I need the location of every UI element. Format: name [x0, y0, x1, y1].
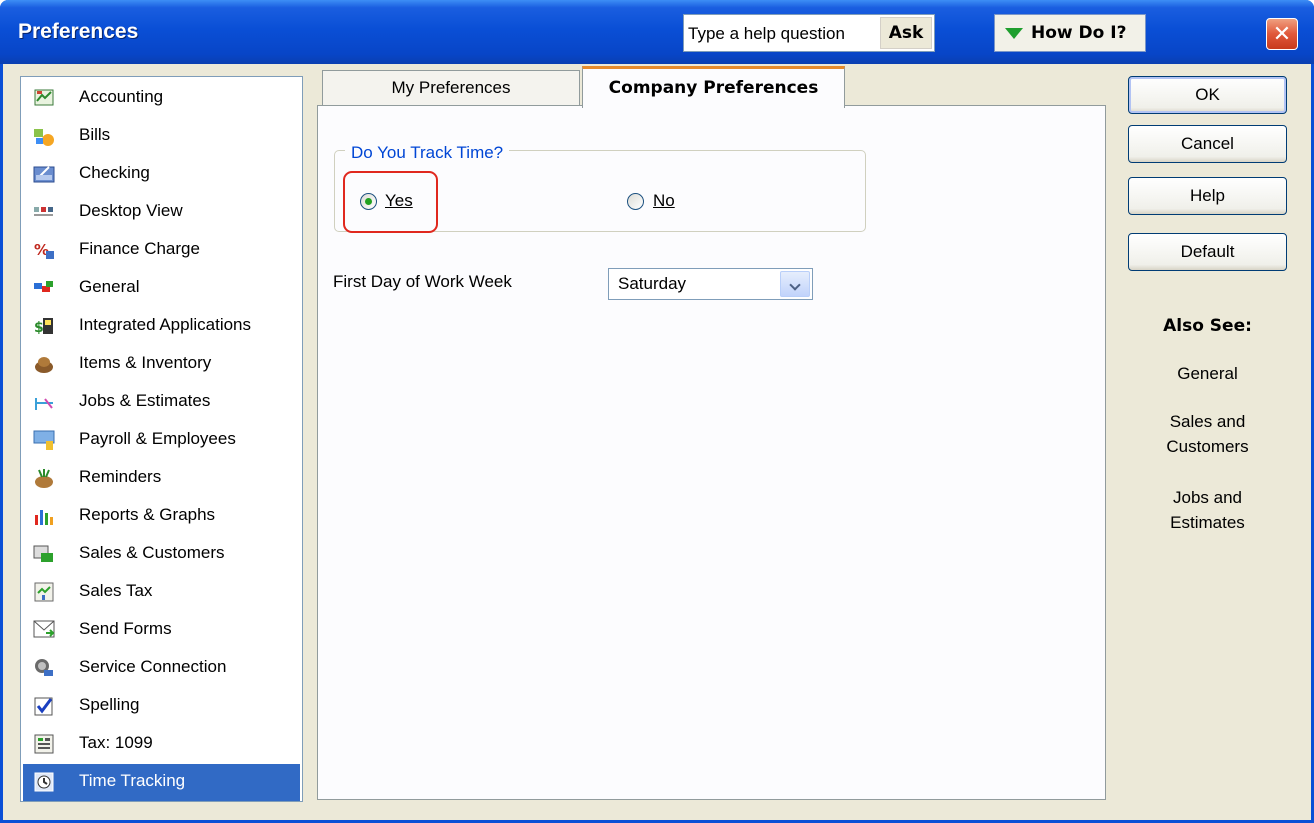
sidebar-item-label: Reports & Graphs — [79, 505, 216, 524]
sidebar-item-label: Sales & Customers — [79, 543, 225, 562]
sidebar-item-label: Time Tracking — [79, 771, 186, 790]
ok-button[interactable]: OK — [1128, 76, 1287, 114]
tab-label: My Preferences — [391, 78, 511, 97]
sidebar-item-bills[interactable]: Bills — [23, 118, 300, 155]
jobs-estimates-icon — [35, 398, 53, 410]
close-button[interactable]: ✕ — [1266, 18, 1298, 50]
also-see-general-link[interactable]: General — [1128, 361, 1287, 386]
sidebar-item-label: Payroll & Employees — [79, 429, 236, 448]
sidebar-item-sales-customers[interactable]: Sales & Customers — [23, 536, 300, 573]
sidebar-item-sales-tax[interactable]: Sales Tax — [23, 574, 300, 611]
help-search-box: Ask — [683, 14, 935, 52]
sidebar-item-label: Finance Charge — [79, 239, 200, 258]
sales-customers-icon — [33, 545, 53, 562]
sidebar-item-label: Jobs & Estimates — [79, 391, 211, 410]
sidebar-item-jobs-estimates[interactable]: Jobs & Estimates — [23, 384, 300, 421]
yes-radio-label[interactable]: Yes — [385, 191, 413, 211]
yes-radio[interactable] — [360, 193, 377, 210]
no-radio[interactable] — [627, 193, 644, 210]
tab-company-preferences[interactable]: Company Preferences — [582, 66, 845, 108]
tab-label: Company Preferences — [608, 78, 819, 98]
sidebar-item-general[interactable]: General — [23, 270, 300, 307]
sidebar-item-label: Reminders — [79, 467, 162, 486]
help-question-input[interactable] — [688, 21, 878, 47]
sidebar-item-checking[interactable]: Checking — [23, 156, 300, 193]
desktop-view-icon — [34, 207, 53, 216]
help-button[interactable]: Help — [1128, 177, 1287, 215]
sidebar-item-label: Checking — [79, 163, 150, 182]
sidebar-item-accounting[interactable]: Accounting — [23, 80, 300, 117]
cancel-button[interactable]: Cancel — [1128, 125, 1287, 163]
sidebar-item-reports-graphs[interactable]: Reports & Graphs — [23, 498, 300, 535]
accounting-icon — [34, 89, 54, 106]
reminders-icon — [35, 469, 53, 488]
window-title: Preferences — [18, 20, 139, 43]
sidebar-item-label: Sales Tax — [79, 581, 153, 600]
send-forms-icon — [33, 620, 55, 638]
svg-text:$: $ — [34, 320, 44, 336]
sidebar-item-label: Send Forms — [79, 619, 172, 638]
sidebar-item-items-inventory[interactable]: Items & Inventory — [23, 346, 300, 383]
bills-icon — [34, 129, 54, 146]
sidebar-item-reminders[interactable]: Reminders — [23, 460, 300, 497]
sidebar-item-spelling[interactable]: Spelling — [23, 688, 300, 725]
also-see-heading: Also See: — [1163, 316, 1252, 336]
sidebar-item-label: Tax: 1099 — [79, 733, 153, 752]
sidebar-item-integrated-applications[interactable]: $ Integrated Applications — [23, 308, 300, 345]
title-bar: Preferences Ask How Do I? ✕ — [0, 0, 1314, 64]
how-do-i-label: How Do I? — [1031, 23, 1127, 43]
time-tracking-icon — [34, 772, 54, 792]
sidebar-item-label: General — [79, 277, 140, 296]
ask-button[interactable]: Ask — [880, 17, 932, 49]
sidebar-item-service-connection[interactable]: Service Connection — [23, 650, 300, 687]
sidebar-item-label: Bills — [79, 125, 111, 144]
finance-charge-icon: % — [34, 241, 54, 259]
service-connection-icon — [35, 659, 53, 676]
sidebar-item-tax-1099[interactable]: Tax: 1099 — [23, 726, 300, 763]
sidebar-item-label: Integrated Applications — [79, 315, 252, 334]
tab-my-preferences[interactable]: My Preferences — [322, 70, 580, 106]
sidebar-item-label: Accounting — [79, 87, 164, 106]
how-do-i-button[interactable]: How Do I? — [994, 14, 1146, 52]
sidebar-item-label: Desktop View — [79, 201, 183, 220]
sidebar-item-payroll-employees[interactable]: Payroll & Employees — [23, 422, 300, 459]
sidebar-item-label: Items & Inventory — [79, 353, 212, 372]
preferences-category-list[interactable]: Accounting Bills Checking Desktop View %… — [20, 76, 303, 802]
also-see-jobs-estimates-link[interactable]: Jobs and Estimates — [1128, 485, 1287, 535]
close-icon: ✕ — [1272, 21, 1292, 46]
work-week-select[interactable]: Saturday — [608, 268, 813, 300]
sidebar-item-time-tracking[interactable]: Time Tracking — [23, 764, 300, 801]
payroll-employees-icon — [33, 430, 55, 450]
chevron-down-icon[interactable] — [780, 271, 810, 297]
track-time-legend: Do You Track Time? — [345, 143, 510, 163]
sidebar-item-desktop-view[interactable]: Desktop View — [23, 194, 300, 231]
integrated-applications-icon: $ — [34, 318, 53, 336]
work-week-value: Saturday — [618, 274, 687, 293]
items-inventory-icon — [35, 357, 53, 373]
sales-tax-icon — [34, 582, 54, 602]
work-week-label: First Day of Work Week — [333, 272, 512, 291]
sidebar-item-label: Spelling — [79, 695, 140, 714]
default-button[interactable]: Default — [1128, 233, 1287, 271]
sidebar-item-finance-charge[interactable]: % Finance Charge — [23, 232, 300, 269]
also-see-sales-customers-link[interactable]: Sales and Customers — [1128, 409, 1287, 459]
checking-icon — [33, 166, 55, 183]
reports-graphs-icon — [35, 510, 53, 525]
general-icon — [34, 281, 53, 292]
tax-1099-icon — [34, 734, 54, 754]
no-radio-label[interactable]: No — [653, 191, 675, 211]
sidebar-item-send-forms[interactable]: Send Forms — [23, 612, 300, 649]
triangle-down-icon — [1005, 27, 1023, 39]
spelling-icon — [34, 697, 53, 716]
sidebar-item-label: Service Connection — [79, 657, 227, 676]
